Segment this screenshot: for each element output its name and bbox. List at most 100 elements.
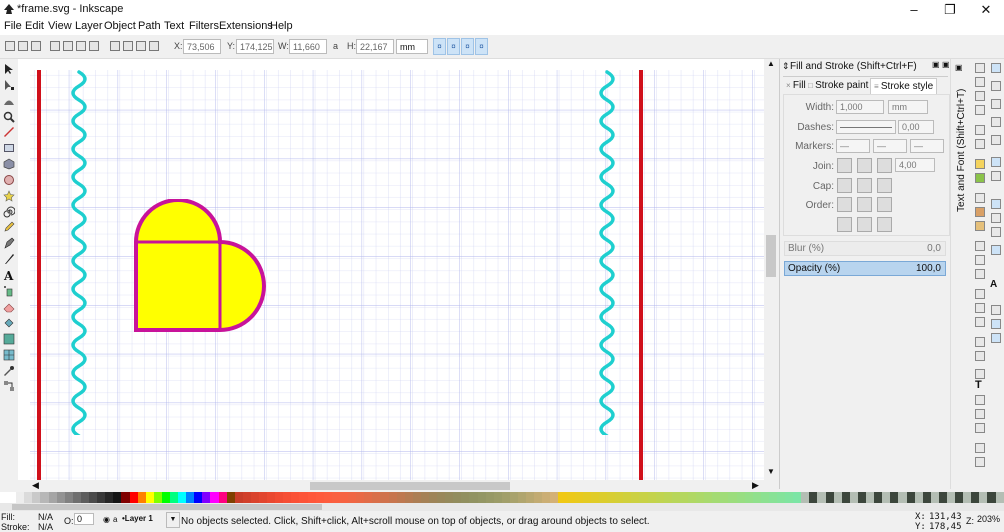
layers-icon[interactable]	[975, 395, 985, 405]
unlink-clone-icon[interactable]	[975, 317, 985, 327]
scroll-down-icon[interactable]: ▼	[766, 467, 776, 477]
node-tool-icon[interactable]	[3, 79, 15, 91]
dashes-select[interactable]	[836, 120, 896, 134]
gradient-tool-icon[interactable]	[3, 333, 15, 345]
vertical-scroll-thumb[interactable]	[766, 235, 776, 277]
menu-edit[interactable]: Edit	[25, 20, 44, 32]
dropper-tool-icon[interactable]	[3, 365, 15, 377]
move-gradients-icon[interactable]: ¤	[461, 38, 474, 55]
tab-fill[interactable]: × Fill	[786, 78, 806, 93]
lower-icon[interactable]	[136, 41, 146, 51]
wave-left[interactable]	[64, 70, 94, 435]
ellipse-tool-icon[interactable]	[3, 174, 15, 186]
order-stroke-markers-fill-icon[interactable]	[857, 217, 872, 232]
menu-text[interactable]: Text	[164, 20, 184, 32]
snap-smooth-nodes-icon[interactable]	[991, 213, 1001, 223]
y-input[interactable]: 174,125	[236, 39, 274, 54]
snap-grid-icon[interactable]	[991, 319, 1001, 329]
minimize-button[interactable]: –	[896, 0, 932, 19]
measure-tool-icon[interactable]	[3, 126, 15, 138]
new-document-icon[interactable]	[975, 63, 985, 73]
snap-paths-icon[interactable]	[991, 171, 1001, 181]
zoom-selection-icon[interactable]	[975, 241, 985, 251]
layer-lock-icon[interactable]: a	[113, 515, 117, 524]
layer-dropdown-icon[interactable]: ▼	[166, 512, 180, 528]
rotate-cw-icon[interactable]	[63, 41, 73, 51]
cap-butt-icon[interactable]	[837, 178, 852, 193]
xml-editor-icon[interactable]	[975, 409, 985, 419]
align-distribute-icon[interactable]	[975, 423, 985, 433]
clone-icon[interactable]	[975, 303, 985, 313]
marker-end-select[interactable]: —	[910, 139, 944, 153]
text-font-side-tab[interactable]: Text and Font (Shift+Ctrl+T)	[956, 72, 970, 212]
calligraphy-tool-icon[interactable]	[3, 253, 15, 265]
spray-tool-icon[interactable]	[3, 285, 15, 297]
scroll-left-icon[interactable]: ◀	[32, 480, 39, 491]
zoom-tool-icon[interactable]	[3, 111, 15, 123]
open-document-icon[interactable]	[975, 77, 985, 87]
horizontal-scroll-thumb[interactable]	[310, 482, 510, 490]
palette-scrollbar[interactable]	[0, 503, 1004, 511]
width-unit-select[interactable]: mm	[888, 100, 928, 114]
opacity-status-input[interactable]: 0	[74, 513, 94, 525]
zoom-input[interactable]: 203%	[977, 514, 1000, 524]
snap-bbox-corner-icon[interactable]	[991, 117, 1001, 127]
wave-right[interactable]	[592, 70, 622, 435]
w-input[interactable]: 11,660	[289, 39, 327, 54]
duplicate-icon[interactable]	[975, 289, 985, 299]
snap-cusp-nodes-icon[interactable]	[991, 199, 1001, 209]
dock-float-icon[interactable]: ▣	[955, 63, 963, 72]
blur-slider[interactable]: Blur (%) 0,0	[784, 241, 946, 256]
frame-line-left[interactable]	[37, 70, 41, 480]
x-input[interactable]: 73,506	[183, 39, 221, 54]
miter-limit-input[interactable]: 4,00	[895, 158, 935, 172]
panel-grip-icon[interactable]: ⇕	[782, 61, 790, 72]
menu-object[interactable]: Object	[104, 20, 136, 32]
text-tool-icon[interactable]: A	[3, 269, 15, 281]
zoom-drawing-icon[interactable]	[975, 255, 985, 265]
menu-path[interactable]: Path	[138, 20, 161, 32]
mesh-tool-icon[interactable]	[3, 349, 15, 361]
scale-corners-icon[interactable]: ¤	[447, 38, 460, 55]
close-button[interactable]: ✕	[968, 0, 1004, 19]
paint-bucket-tool-icon[interactable]	[3, 317, 15, 329]
vertical-scrollbar[interactable]: ▲ ▼	[764, 59, 778, 480]
menu-view[interactable]: View	[48, 20, 72, 32]
menu-filters[interactable]: Filters	[189, 20, 219, 32]
snap-bbox-edge-icon[interactable]	[991, 99, 1001, 109]
panel-float-icon[interactable]: ▣	[932, 60, 940, 69]
snap-bbox-icon[interactable]	[991, 81, 1001, 91]
deselect-icon[interactable]	[31, 41, 41, 51]
snap-page-border-icon[interactable]	[991, 305, 1001, 315]
drawing-canvas[interactable]	[18, 59, 764, 480]
panel-close-icon[interactable]: ▣	[942, 60, 950, 69]
marker-mid-select[interactable]: —	[873, 139, 907, 153]
star-tool-icon[interactable]	[3, 190, 15, 202]
raise-to-top-icon[interactable]	[110, 41, 120, 51]
export-icon[interactable]	[975, 139, 985, 149]
group-icon[interactable]	[975, 337, 985, 347]
lower-to-bottom-icon[interactable]	[149, 41, 159, 51]
scroll-right-icon[interactable]: ▶	[752, 480, 759, 491]
layer-visibility-icon[interactable]: ◉	[103, 515, 110, 524]
menu-file[interactable]: File	[4, 20, 22, 32]
menu-extensions[interactable]: Extensions	[219, 20, 273, 32]
snap-toggle-icon[interactable]	[991, 63, 1001, 73]
marker-start-select[interactable]: —	[836, 139, 870, 153]
text-font-icon[interactable]: T	[975, 379, 982, 391]
cut-icon[interactable]	[975, 207, 985, 217]
3d-box-tool-icon[interactable]	[3, 158, 15, 170]
order-fill-markers-stroke-icon[interactable]	[877, 197, 892, 212]
document-properties-icon[interactable]	[975, 457, 985, 467]
order-markers-stroke-fill-icon[interactable]	[877, 217, 892, 232]
stroke-indicator-value[interactable]: N/A	[38, 522, 53, 532]
fill-indicator-value[interactable]: N/A	[38, 512, 53, 522]
menu-help[interactable]: Help	[270, 20, 293, 32]
paste-icon[interactable]	[975, 221, 985, 231]
dashes-offset-input[interactable]: 0,00	[898, 120, 934, 134]
pencil-tool-icon[interactable]	[3, 221, 15, 233]
raise-icon[interactable]	[123, 41, 133, 51]
tab-stroke-style[interactable]: ≡ Stroke style	[870, 78, 938, 94]
color-palette[interactable]	[0, 492, 1004, 503]
copy-icon[interactable]	[975, 193, 985, 203]
